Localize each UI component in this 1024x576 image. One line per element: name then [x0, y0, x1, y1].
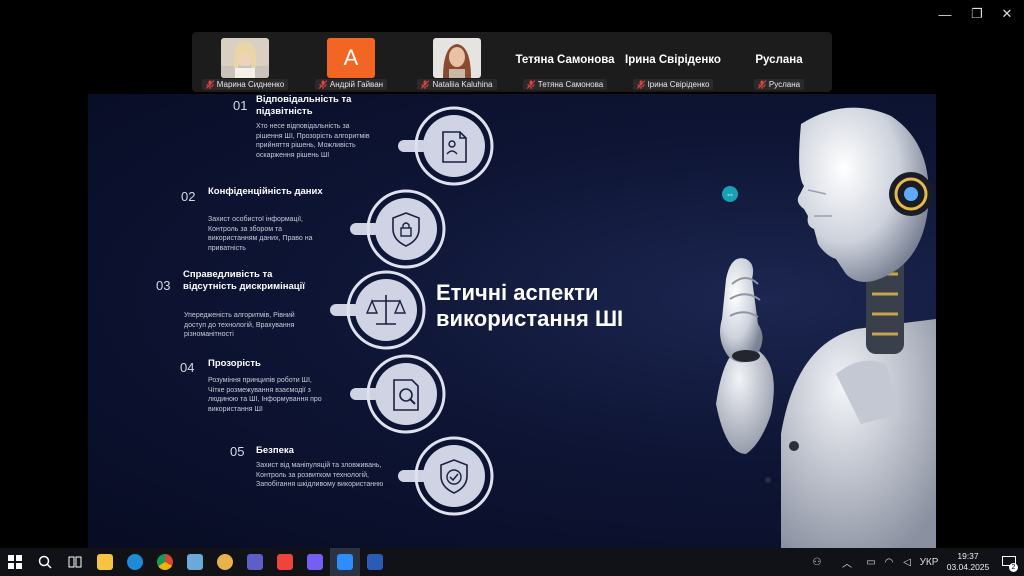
item-description: Упередженість алгоритмів, Рівний доступ д… — [184, 312, 295, 338]
restore-button[interactable]: ❐ — [962, 4, 992, 24]
photos-icon[interactable] — [180, 548, 210, 576]
task-view-icon[interactable] — [60, 548, 90, 576]
item-description: Захист особистої інформації, Контроль за … — [208, 216, 313, 252]
avatar — [433, 38, 481, 78]
notification-icon[interactable]: 2 — [994, 548, 1024, 576]
language-indicator[interactable]: УКР — [916, 548, 942, 576]
chevron-up-icon[interactable]: ︿ — [832, 548, 862, 576]
participant-tile[interactable]: Nataliia Kaluhina — [404, 32, 510, 92]
item-description: Захист від маніпуляцій та зловживань, Кон… — [256, 462, 384, 488]
scales-icon — [330, 270, 426, 350]
word-icon[interactable] — [360, 548, 390, 576]
shield-check-icon — [398, 436, 494, 516]
slide-title: Етичні аспекти використання ШІ — [436, 280, 624, 331]
close-button[interactable]: ✕ — [992, 4, 1022, 24]
participant-name: Марина Сидненко — [216, 80, 285, 89]
mic-muted-icon — [318, 80, 327, 89]
start-icon[interactable] — [0, 548, 30, 576]
participant-name: Андрій Гайван — [329, 80, 384, 89]
search-icon[interactable] — [30, 548, 60, 576]
mic-muted-icon — [205, 80, 214, 89]
edge-icon[interactable] — [120, 548, 150, 576]
viber-icon[interactable] — [300, 548, 330, 576]
item-title: Безпека — [256, 445, 294, 456]
mic-muted-icon — [757, 80, 766, 89]
avatar — [221, 38, 269, 78]
notification-badge: 2 — [1009, 563, 1018, 572]
mic-muted-icon — [421, 80, 430, 89]
item-title: Справедливість та відсутність дискримінац… — [183, 269, 305, 292]
chrome-icon[interactable] — [150, 548, 180, 576]
participant-name: Ірина Свіріденко — [647, 80, 710, 89]
item-number: 03 — [156, 278, 171, 293]
minimize-button[interactable]: — — [930, 4, 960, 24]
zoom-icon[interactable] — [330, 548, 360, 576]
participant-tile[interactable]: Руслана Руслана — [726, 32, 832, 92]
participant-tile[interactable]: А Андрій Гайван — [298, 32, 404, 92]
file-explorer-icon[interactable] — [90, 548, 120, 576]
document-search-icon — [350, 354, 446, 434]
participant-tile[interactable]: Ірина Свіріденко Ірина Свіріденко — [620, 32, 726, 92]
document-person-icon — [398, 106, 494, 186]
anydesk-icon[interactable] — [270, 548, 300, 576]
mic-muted-icon — [526, 80, 535, 89]
item-title: Прозорість — [208, 358, 261, 369]
item-title: Відповідальність та підзвітність — [256, 94, 352, 117]
participant-big-name: Руслана — [755, 54, 803, 66]
avatar: А — [327, 38, 375, 78]
participant-gallery: Марина Сидненко А Андрій Гайван Nataliia… — [192, 32, 832, 92]
participant-name: Nataliia Kaluhina — [432, 80, 493, 89]
system-tray: ⚇ ︿ ▭ ◠ ◁ УКР 19:37 03.04.2025 2 — [802, 548, 1024, 576]
keyboard-icon[interactable]: ▭ — [862, 548, 880, 576]
item-number: 02 — [181, 189, 196, 204]
participant-name: Тетяна Самонова — [537, 80, 604, 89]
participant-big-name: Ірина Свіріденко — [625, 54, 721, 66]
participant-tile[interactable]: Тетяна Самонова Тетяна Самонова — [510, 32, 620, 92]
annotation-cursor-icon: ⇔ — [722, 186, 738, 202]
participant-name: Руслана — [768, 80, 801, 89]
shared-slide: 01 Відповідальність та підзвітність Хто н… — [88, 94, 936, 548]
item-number: 04 — [180, 360, 195, 375]
volume-icon[interactable]: ◁ — [898, 548, 916, 576]
robot-illustration — [716, 107, 936, 548]
wifi-icon[interactable]: ◠ — [880, 548, 898, 576]
teams-icon[interactable] — [240, 548, 270, 576]
taskbar: ⚇ ︿ ▭ ◠ ◁ УКР 19:37 03.04.2025 2 — [0, 548, 1024, 576]
clock[interactable]: 19:37 03.04.2025 — [942, 551, 994, 573]
item-title: Конфіденційність даних — [208, 186, 323, 197]
item-description: Хто несе відповідальність за рішення ШІ, … — [256, 123, 370, 159]
item-number: 05 — [230, 444, 245, 459]
paint-icon[interactable] — [210, 548, 240, 576]
shield-lock-icon — [350, 189, 446, 269]
participant-tile[interactable]: Марина Сидненко — [192, 32, 298, 92]
item-number: 01 — [233, 98, 248, 113]
item-description: Розуміння принципів роботи ШІ, Чітке розм… — [208, 377, 322, 413]
mic-muted-icon — [636, 80, 645, 89]
participant-big-name: Тетяна Самонова — [515, 54, 615, 66]
people-icon[interactable]: ⚇ — [802, 548, 832, 576]
